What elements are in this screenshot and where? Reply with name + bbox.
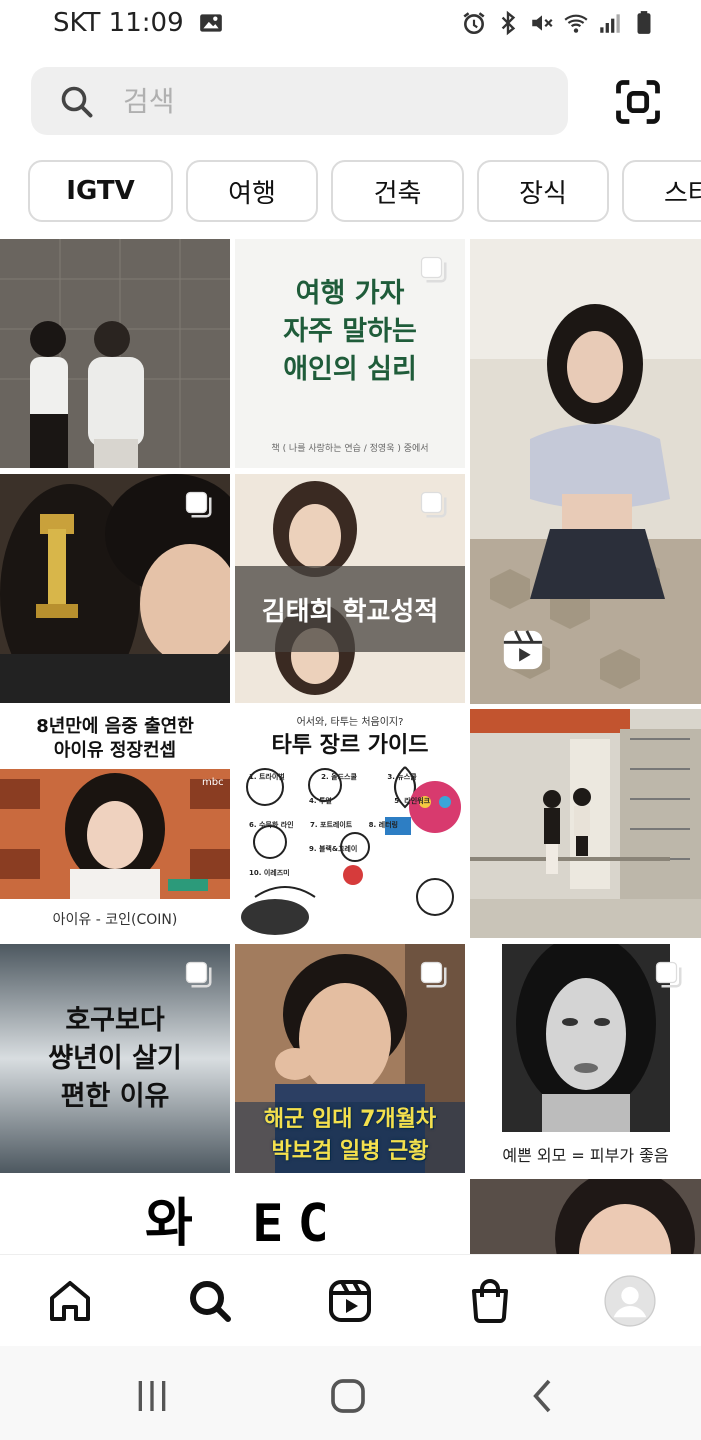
- recents-icon[interactable]: [132, 1376, 172, 1416]
- search-bar[interactable]: [31, 67, 568, 135]
- tattoo-item: 9. 블랙&그레이: [309, 845, 358, 853]
- post-caption: 예쁜 외모 = 피부가 좋음: [502, 1146, 669, 1165]
- signal-icon: [600, 14, 620, 33]
- profile-avatar[interactable]: [604, 1275, 656, 1327]
- post-overlay-text: 김태희 학교성적: [261, 597, 439, 627]
- tattoo-item: 8. 레터링: [368, 821, 398, 829]
- explore-post-10[interactable]: 호구보다 썅년이 살기 편한 이유: [0, 944, 230, 1173]
- carrier-time: SKT 11:09: [53, 8, 184, 38]
- tattoo-item: 6. 수묵화 라인: [249, 821, 294, 829]
- search-icon: [61, 86, 93, 118]
- scan-icon[interactable]: [612, 76, 664, 128]
- post-caption: 아이유 - 코인(COIN): [52, 912, 178, 928]
- tattoo-item: 4. 투얼: [309, 797, 332, 805]
- multi-photo-icon: [420, 491, 447, 518]
- post-text-line: 아이유 정장컨셉: [53, 740, 177, 761]
- explore-post-12[interactable]: 예쁜 외모 = 피부가 좋음: [470, 944, 701, 1173]
- post-text-line: 해군 입대 7개월차: [263, 1107, 437, 1132]
- explore-post-13[interactable]: 와 EC: [0, 1179, 465, 1254]
- reels-icon[interactable]: [326, 1277, 374, 1325]
- reels-icon: [503, 630, 543, 670]
- battery-icon: [637, 11, 651, 34]
- post-text-line: 애인의 심리: [283, 354, 417, 385]
- chip-architecture[interactable]: 건축: [331, 160, 464, 222]
- multi-photo-icon: [185, 491, 212, 518]
- explore-post-9[interactable]: [470, 709, 701, 938]
- multi-photo-icon: [420, 961, 447, 988]
- chip-style[interactable]: 스타: [622, 160, 701, 222]
- bluetooth-icon: [501, 10, 516, 36]
- status-bar: SKT 11:09: [0, 0, 701, 48]
- tattoo-item: 3. 뉴스쿨: [387, 773, 417, 781]
- alarm-icon: [463, 12, 485, 35]
- mute-icon: [532, 15, 553, 31]
- post-text-line: 편한 이유: [60, 1081, 170, 1112]
- tattoo-item: 10. 이레즈미: [249, 869, 290, 877]
- post-thumbnail: [502, 944, 670, 1132]
- tattoo-list: 1. 트라이벌 2. 올드스쿨 3. 뉴스쿨 4. 투얼 5. 라인워크 6. …: [249, 765, 459, 885]
- home-icon[interactable]: [46, 1277, 94, 1325]
- post-small-text: 어서와, 타투는 처음이지?: [296, 717, 404, 728]
- back-icon[interactable]: [524, 1376, 564, 1416]
- multi-photo-icon: [655, 961, 682, 988]
- category-chips: IGTV 여행 건축 장식 스타: [0, 160, 701, 222]
- explore-post-1[interactable]: [0, 239, 230, 468]
- post-text-line: 여행 가자: [295, 278, 405, 309]
- home-circle-icon[interactable]: [328, 1376, 368, 1416]
- tattoo-item: 2. 올드스쿨: [321, 773, 357, 781]
- tattoo-item: 5. 라인워크: [394, 797, 431, 805]
- explore-post-15[interactable]: [470, 1179, 701, 1254]
- explore-grid: 여행 가자 자주 말하는 애인의 심리 책 ( 나를 사랑하는 연습 / 정영욱…: [0, 239, 701, 1254]
- explore-post-11[interactable]: 해군 입대 7개월차 박보검 일병 근황: [235, 944, 465, 1173]
- explore-post-8[interactable]: 어서와, 타투는 처음이지? 타투 장르 가이드 1. 트라이벌 2. 올드스쿨…: [235, 709, 465, 938]
- post-overlay-text: 와 EC: [145, 1194, 343, 1254]
- post-text-line: 자주 말하는: [283, 316, 417, 347]
- explore-post-5[interactable]: 김태희 학교성적: [235, 474, 465, 703]
- post-thumbnail: [470, 1179, 701, 1254]
- explore-post-3[interactable]: [470, 239, 701, 704]
- bottom-navigation: [0, 1254, 701, 1346]
- post-text-line: 호구보다: [65, 1005, 165, 1036]
- system-navigation: [0, 1346, 701, 1440]
- post-title: 타투 장르 가이드: [271, 733, 429, 758]
- multi-photo-icon: [185, 961, 212, 988]
- explore-post-7[interactable]: 8년만에 음중 출연한 아이유 정장컨셉 mbc 아이유 - 코인(COIN): [0, 709, 230, 938]
- search-icon[interactable]: [186, 1277, 234, 1325]
- post-text-line: 박보검 일병 근황: [271, 1139, 429, 1164]
- tattoo-item: 1. 트라이벌: [249, 773, 285, 781]
- post-caption: 책 ( 나를 사랑하는 연습 / 정영욱 ) 중에서: [271, 444, 429, 454]
- chip-decor[interactable]: 장식: [477, 160, 609, 222]
- broadcaster-logo: mbc: [202, 777, 224, 788]
- chip-igtv[interactable]: IGTV: [28, 160, 173, 222]
- explore-post-4[interactable]: [0, 474, 230, 703]
- shop-icon[interactable]: [466, 1277, 514, 1325]
- post-thumbnail: [470, 709, 701, 938]
- tattoo-item: 7. 포트레이트: [310, 821, 353, 829]
- search-input[interactable]: [123, 67, 543, 135]
- explore-post-2[interactable]: 여행 가자 자주 말하는 애인의 심리 책 ( 나를 사랑하는 연습 / 정영욱…: [235, 239, 465, 468]
- post-thumbnail: [0, 769, 230, 899]
- wifi-icon: [564, 14, 588, 33]
- gallery-icon: [199, 14, 222, 32]
- chip-travel[interactable]: 여행: [186, 160, 318, 222]
- post-text-line: 8년만에 음중 출연한: [36, 716, 194, 737]
- post-text-line: 썅년이 살기: [48, 1043, 182, 1074]
- post-thumbnail: [0, 239, 230, 468]
